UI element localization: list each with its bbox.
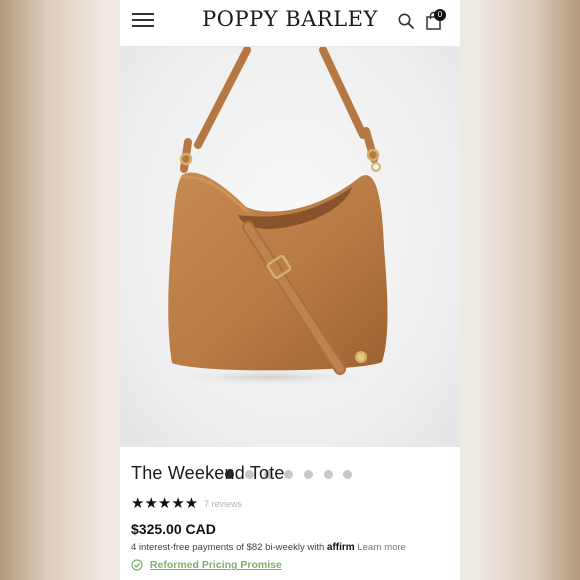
star-rating[interactable]: ★★★★★ <box>131 494 198 512</box>
product-title: The Weekend Tote <box>131 463 285 483</box>
phone-screen: POPPY BARLEY 0 The Weekend Tote ★★★★★ 7 … <box>120 0 460 580</box>
product-image[interactable] <box>120 46 460 479</box>
cart-count-badge: 0 <box>434 9 446 21</box>
brand-logo[interactable]: POPPY BARLEY <box>202 7 378 31</box>
hamburger-icon[interactable] <box>132 11 154 29</box>
learn-more-link[interactable]: Learn more <box>357 542 406 553</box>
tote-bag-illustration <box>165 46 388 386</box>
reformed-pricing-promise-link[interactable]: Reformed Pricing Promise <box>150 559 282 571</box>
product-price: $325.00 CAD <box>131 521 216 537</box>
carousel-dot[interactable] <box>343 470 353 479</box>
carousel-dot[interactable] <box>303 470 313 479</box>
check-circle-icon <box>131 559 143 571</box>
pricing-promise: Reformed Pricing Promise <box>131 559 282 571</box>
affirm-logo: affirm <box>326 542 355 553</box>
carousel-dot[interactable] <box>284 470 294 479</box>
installment-info: 4 interest-free payments of $82 bi-weekl… <box>131 542 406 553</box>
top-navigation-bar: POPPY BARLEY 0 <box>120 0 460 47</box>
search-icon[interactable] <box>397 12 415 30</box>
carousel-dot[interactable] <box>323 470 333 479</box>
reviews-link[interactable]: 7 reviews <box>204 499 242 509</box>
installment-text: 4 interest-free payments of $82 bi-weekl… <box>131 542 325 553</box>
